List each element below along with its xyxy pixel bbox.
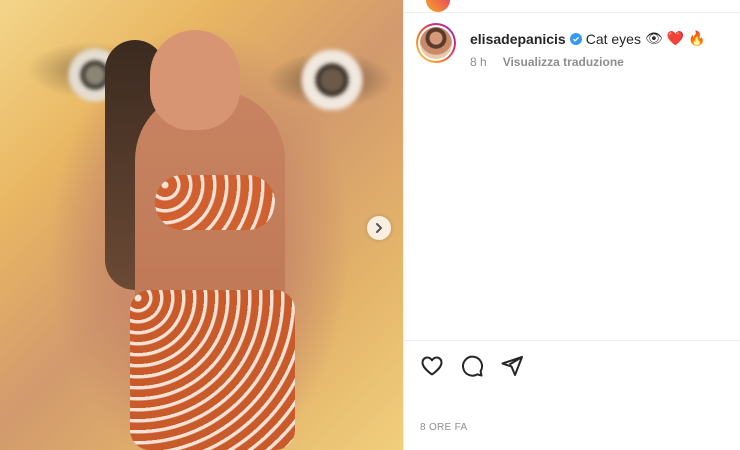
heart-icon [421,356,443,376]
time-ago: 8 h [470,55,487,69]
avatar-image [420,27,452,59]
author-avatar[interactable] [416,23,456,63]
verified-badge-icon [569,32,582,45]
author-username[interactable]: elisadepanicis [470,31,566,47]
post-details-panel: elisadepanicis Cat eyes 👁 ❤️ 🔥 8 h Visua… [403,0,740,450]
illustrated-figure [95,30,325,450]
caption-text: Cat eyes [585,30,641,47]
comment-button[interactable] [460,354,484,378]
eye-emoji-icon: 👁 [644,30,663,46]
chevron-right-icon [376,223,382,233]
action-bar [420,354,524,378]
divider [404,340,740,341]
divider [404,12,740,13]
share-button[interactable] [500,354,524,378]
figure-bikini-top [155,175,275,230]
see-translation-button[interactable]: Visualizza traduzione [503,55,624,69]
figure-skirt [130,290,295,450]
send-icon [501,356,523,376]
figure-head [150,30,240,130]
post-date: 8 ORE FA [420,422,468,433]
caption: elisadepanicis Cat eyes 👁 ❤️ 🔥 [470,30,706,47]
next-image-button[interactable] [367,216,391,240]
heart-emoji-icon: ❤️ [666,30,685,46]
post-image[interactable] [0,0,403,450]
like-button[interactable] [420,354,444,378]
caption-meta: 8 h Visualizza traduzione [470,55,624,69]
previous-avatar-stub [426,0,450,12]
fire-emoji-icon: 🔥 [688,30,706,46]
comment-icon [462,355,484,377]
